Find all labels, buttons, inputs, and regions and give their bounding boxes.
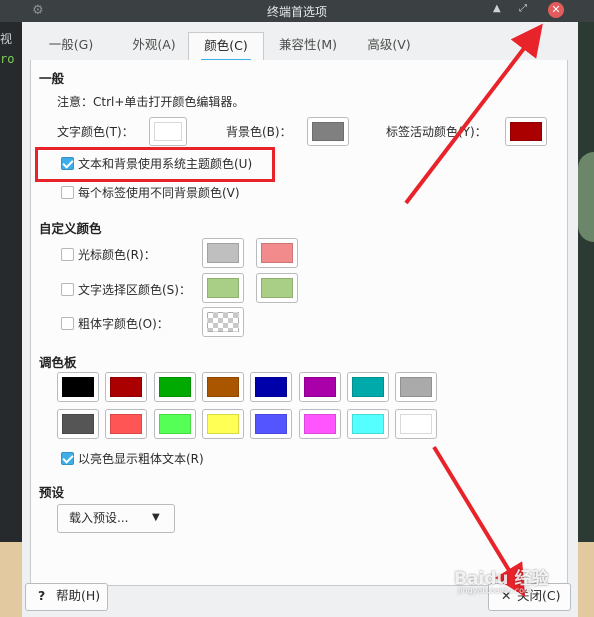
- watermark-url: jingyan.baidu.com: [458, 586, 532, 595]
- annotation-arrows: [404, 23, 543, 597]
- arrow-to-window-close: [404, 23, 543, 205]
